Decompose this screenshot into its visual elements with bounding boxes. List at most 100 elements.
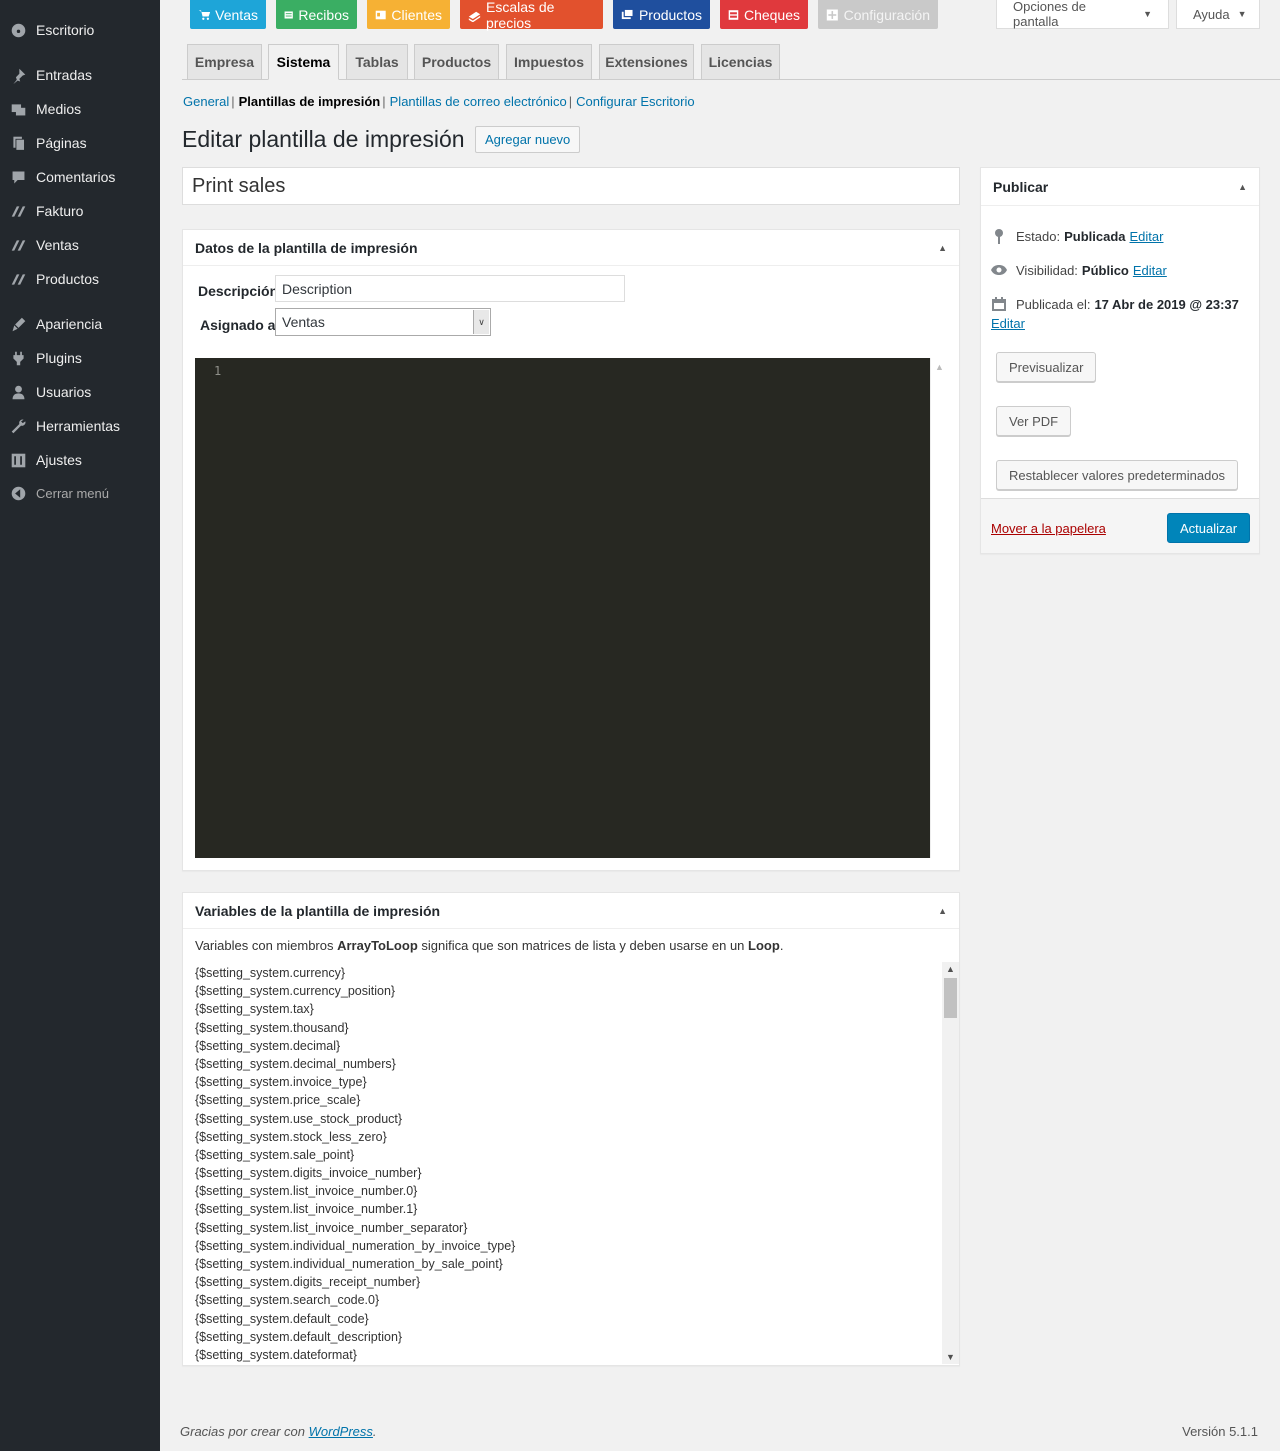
tab-empresa[interactable]: Empresa	[187, 44, 262, 80]
admin-sidebar: Escritorio Entradas Medios Páginas Comen…	[0, 0, 160, 1451]
scroll-down-icon[interactable]: ▼	[946, 1352, 955, 1362]
assigned-select[interactable]: Ventas ∨	[275, 308, 491, 336]
collapse-menu-button[interactable]: Cerrar menú	[0, 476, 160, 510]
top-cheques-button[interactable]: Cheques	[720, 0, 808, 29]
tab-extensiones[interactable]: Extensiones	[599, 44, 694, 80]
pin-icon	[995, 229, 1003, 244]
sidebar-item-escritorio[interactable]: Escritorio	[0, 13, 160, 47]
help-label: Ayuda	[1193, 6, 1230, 22]
view-pdf-button[interactable]: Ver PDF	[996, 406, 1072, 436]
variable-item: {$setting_system.dateformat}	[195, 1347, 357, 1362]
top-configuracion-button[interactable]: Configuración	[818, 0, 938, 29]
tab-licencias[interactable]: Licencias	[701, 44, 780, 80]
collapse-arrow-icon[interactable]: ▲	[938, 243, 947, 253]
template-data-header[interactable]: Datos de la plantilla de impresión ▲	[183, 230, 959, 266]
collapse-menu-label: Cerrar menú	[36, 485, 109, 501]
sidebar-item-paginas[interactable]: Páginas	[0, 126, 160, 160]
collapse-arrow-icon[interactable]: ▲	[938, 906, 947, 916]
scroll-thumb[interactable]	[944, 978, 957, 1018]
variable-item: {$setting_system.list_invoice_number_sep…	[195, 1220, 468, 1235]
collapse-arrow-icon[interactable]: ▲	[1238, 182, 1247, 192]
variable-item: {$setting_system.sale_point}	[195, 1147, 355, 1162]
variable-item: {$setting_system.decimal}	[195, 1038, 341, 1053]
sidebar-item-entradas[interactable]: Entradas	[0, 58, 160, 92]
tab-productos[interactable]: Productos	[414, 44, 499, 80]
variables-scrollbar[interactable]: ▲ ▼	[942, 962, 959, 1364]
publish-date-row: Publicada el: 17 Abr de 2019 @ 23:37 Edi…	[991, 296, 1246, 332]
subnav-print-templates[interactable]: Plantillas de impresión	[239, 94, 381, 109]
top-productos-button[interactable]: Productos	[613, 0, 710, 29]
intro-loop: Loop	[748, 938, 780, 953]
variables-heading: Variables de la plantilla de impresión	[195, 902, 441, 919]
edit-visibility-link[interactable]: Editar	[1133, 263, 1167, 278]
move-to-trash-link[interactable]: Mover a la papelera	[991, 521, 1106, 536]
top-escalas-button[interactable]: Escalas de precios	[460, 0, 603, 31]
caret-down-icon: ▼	[1237, 9, 1247, 19]
template-data-heading: Datos de la plantilla de impresión	[195, 239, 418, 256]
variables-list: Variables con miembros ArrayToLoop signi…	[195, 937, 959, 1364]
top-clientes-button[interactable]: Clientes	[367, 0, 450, 29]
sidebar-item-comentarios[interactable]: Comentarios	[0, 160, 160, 194]
sidebar-item-productos[interactable]: Productos	[0, 262, 160, 296]
tab-impuestos[interactable]: Impuestos	[506, 44, 592, 80]
screen-options-button[interactable]: Opciones de pantalla ▼	[996, 0, 1169, 29]
wordpress-link[interactable]: WordPress	[309, 1424, 373, 1439]
screen-options-label: Opciones de pantalla	[1013, 0, 1086, 29]
code-editor[interactable]: 1	[195, 358, 930, 858]
publish-header[interactable]: Publicar ▲	[981, 168, 1259, 206]
visibility-label: Visibilidad:	[1016, 262, 1078, 278]
visibility-value: Público	[1081, 262, 1129, 278]
page-title: Editar plantilla de impresión	[182, 126, 465, 152]
users-icon	[0, 384, 36, 401]
sidebar-item-label: Escritorio	[36, 22, 95, 38]
caret-down-icon: ▼	[1143, 9, 1152, 19]
variables-body: Variables con miembros ArrayToLoop signi…	[183, 929, 961, 1365]
sidebar-item-ajustes[interactable]: Ajustes	[0, 443, 160, 477]
reset-defaults-button[interactable]: Restablecer valores predeterminados	[996, 460, 1239, 490]
sidebar-item-apariencia[interactable]: Apariencia	[0, 307, 160, 341]
edit-status-link[interactable]: Editar	[1130, 229, 1164, 244]
sidebar-item-label: Usuarios	[36, 384, 92, 400]
top-ventas-button[interactable]: Ventas	[190, 0, 266, 29]
publish-status-row: Estado: Publicada Editar	[991, 228, 1163, 244]
sidebar-item-label: Medios	[36, 101, 82, 117]
sidebar-item-usuarios[interactable]: Usuarios	[0, 375, 160, 409]
status-value: Publicada	[1064, 228, 1126, 244]
help-button[interactable]: Ayuda ▼	[1176, 0, 1260, 29]
tab-sistema[interactable]: Sistema	[268, 44, 339, 80]
top-recibos-button[interactable]: Recibos	[276, 0, 357, 29]
scroll-up-icon[interactable]: ▲	[935, 362, 944, 372]
collapse-icon	[0, 485, 36, 502]
subnav-email-templates[interactable]: Plantillas de correo electrónico	[390, 94, 567, 109]
top-escalas-label: Escalas de precios	[485, 0, 555, 31]
sidebar-item-fakturo[interactable]: Fakturo	[0, 194, 160, 228]
variables-intro: Variables con miembros ArrayToLoop signi…	[195, 937, 947, 955]
money-stack-icon	[468, 11, 481, 22]
sidebar-item-label: Herramientas	[36, 418, 121, 434]
sidebar-item-medios[interactable]: Medios	[0, 92, 160, 126]
edit-date-link[interactable]: Editar	[991, 316, 1246, 331]
variable-item: {$setting_system.individual_numeration_b…	[195, 1238, 516, 1253]
subnav-general[interactable]: General	[183, 94, 229, 109]
variable-item: {$setting_system.individual_numeration_b…	[195, 1257, 503, 1271]
subnav-configure-dashboard[interactable]: Configurar Escritorio	[576, 94, 695, 109]
pages-icon	[0, 135, 36, 152]
tab-tablas[interactable]: Tablas	[346, 44, 408, 80]
description-input[interactable]	[275, 275, 625, 302]
variables-items[interactable]: {$setting_system.currency} {$setting_syst…	[195, 964, 930, 1374]
preview-button[interactable]: Previsualizar	[996, 352, 1097, 382]
variables-header[interactable]: Variables de la plantilla de impresión ▲	[183, 893, 959, 929]
variable-item: {$setting_system.tax}	[195, 1002, 314, 1017]
add-new-button[interactable]: Agregar nuevo	[475, 126, 581, 153]
scroll-up-icon[interactable]: ▲	[946, 964, 955, 974]
editor-scrollbar[interactable]: ▲	[930, 358, 947, 858]
sidebar-item-ventas[interactable]: Ventas	[0, 228, 160, 262]
variable-item: {$setting_system.use_stock_product}	[195, 1111, 403, 1126]
post-title-input[interactable]	[182, 167, 960, 205]
sidebar-item-plugins[interactable]: Plugins	[0, 341, 160, 375]
sidebar-item-herramientas[interactable]: Herramientas	[0, 409, 160, 443]
sales-icon	[0, 237, 36, 254]
variable-item: {$setting_system.default_description}	[195, 1329, 403, 1344]
published-value: 17 Abr de 2019 @ 23:37	[1094, 296, 1239, 312]
update-button[interactable]: Actualizar	[1167, 513, 1251, 543]
